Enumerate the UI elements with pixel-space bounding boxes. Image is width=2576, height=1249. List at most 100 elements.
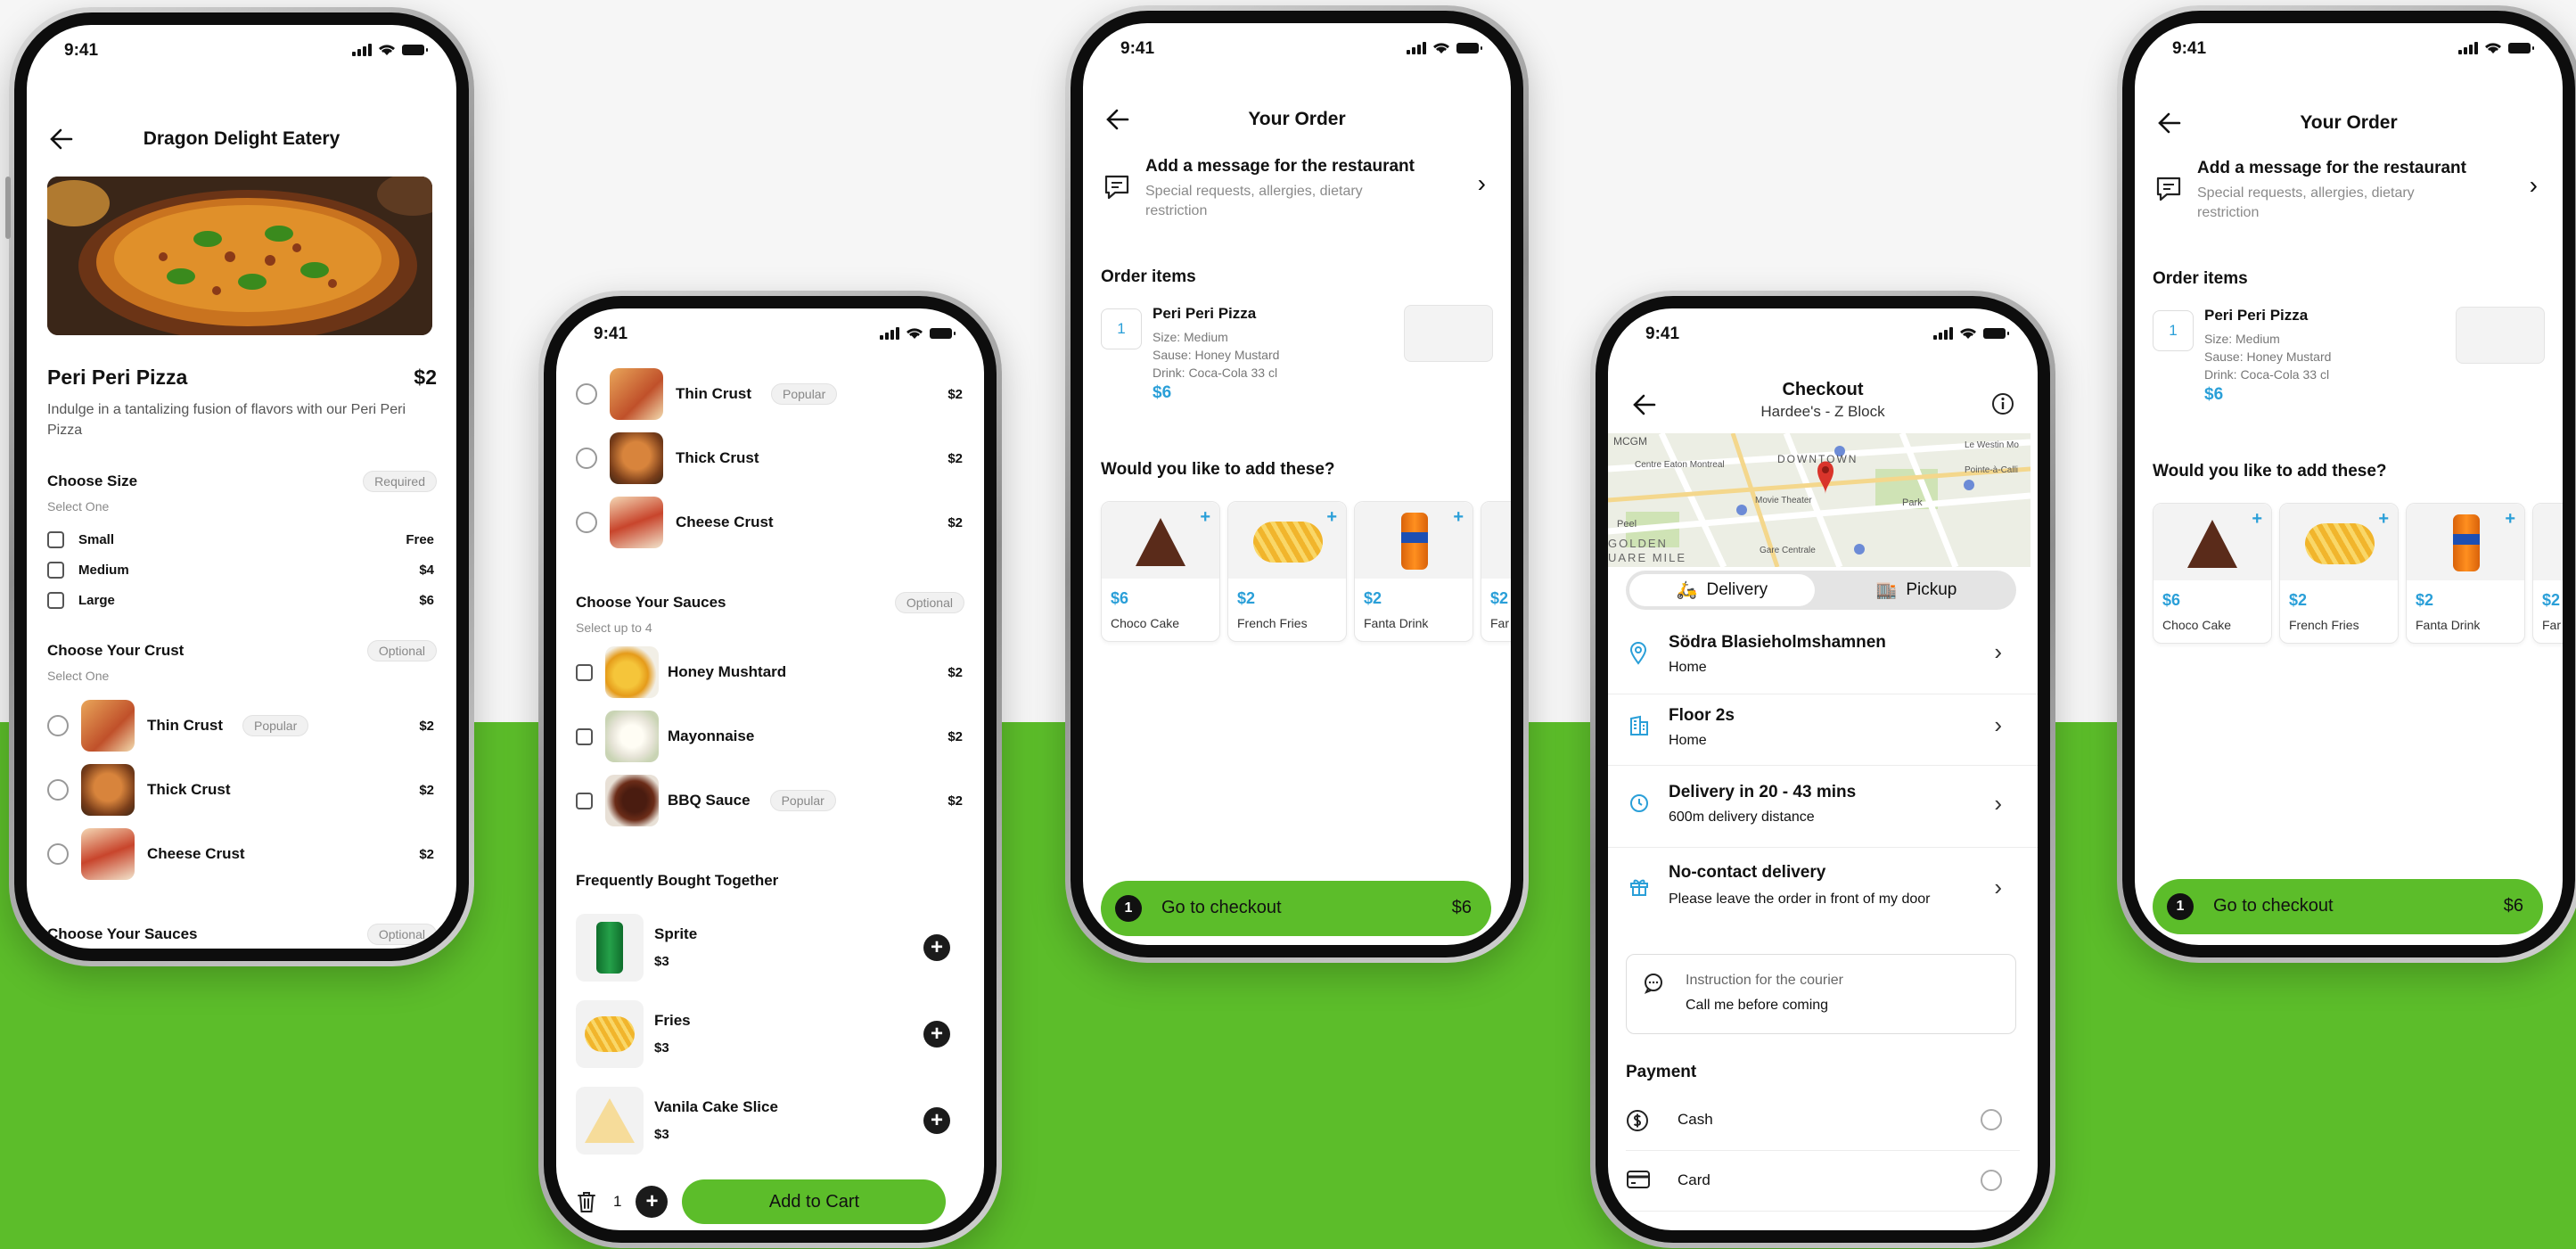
- size-options: Small Free Medium $4 Large $6: [47, 524, 434, 615]
- add-icon[interactable]: +: [2505, 509, 2515, 530]
- fbt-item[interactable]: Fries $3 +: [576, 990, 963, 1077]
- addons-title: Would you like to add these?: [1101, 460, 1335, 479]
- map-label: Gare Centrale: [1760, 546, 1816, 555]
- checkout-price: $6: [1451, 898, 1472, 917]
- info-icon[interactable]: [1991, 392, 2014, 415]
- row-subtitle: Please leave the order in front of my do…: [1669, 892, 1931, 907]
- add-icon[interactable]: +: [923, 1106, 950, 1134]
- addon-card[interactable]: + $2 Fanta Drink: [2406, 503, 2525, 644]
- checkbox[interactable]: [576, 663, 593, 681]
- addon-card[interactable]: + $6 Choco Cake: [2153, 503, 2272, 644]
- radio-button[interactable]: [1981, 1109, 2002, 1130]
- crust-option-cheese[interactable]: Cheese Crust $2: [47, 822, 434, 886]
- option-label: Cheese Crust: [676, 514, 774, 530]
- add-icon[interactable]: +: [1200, 507, 1210, 528]
- item-quantity[interactable]: 1: [2153, 310, 2194, 351]
- crust-option-thick[interactable]: Thick Crust $2: [47, 758, 434, 822]
- option-price: $2: [419, 782, 434, 798]
- sauce-option-mayo[interactable]: Mayonnaise $2: [576, 704, 963, 768]
- cart-count-badge: 1: [1115, 895, 1142, 922]
- addon-card[interactable]: + $2 French Fries: [1227, 501, 1347, 642]
- sauces-section-title: Choose Your Sauces: [47, 925, 198, 942]
- radio-button[interactable]: [576, 448, 597, 469]
- courier-instruction-field[interactable]: Instruction for the courier Call me befo…: [1626, 954, 2016, 1034]
- row-subtitle: Home: [1669, 660, 1707, 675]
- addon-card[interactable]: $2 Far: [2532, 503, 2563, 644]
- crust-option-thin[interactable]: Thin Crust Popular $2: [576, 362, 963, 426]
- add-icon[interactable]: +: [1326, 507, 1337, 528]
- tab-delivery[interactable]: 🛵 Delivery: [1629, 574, 1815, 606]
- payment-option-cash[interactable]: Cash: [1626, 1091, 2016, 1148]
- gift-icon: [1630, 879, 1648, 896]
- size-option-large[interactable]: Large $6: [47, 585, 434, 615]
- restaurant-message-row[interactable]: Add a message for the restaurant Special…: [1101, 157, 1491, 237]
- payment-option-card[interactable]: Card: [1626, 1152, 2016, 1209]
- fbt-item[interactable]: Sprite $3 +: [576, 904, 963, 990]
- checkbox[interactable]: [47, 561, 64, 579]
- add-icon[interactable]: +: [923, 933, 950, 961]
- building-icon: [1630, 715, 1648, 735]
- go-to-checkout-button[interactable]: 1 Go to checkout $6: [2153, 879, 2543, 934]
- item-name: Peri Peri Pizza: [1153, 305, 1257, 322]
- addon-card[interactable]: + $6 Choco Cake: [1101, 501, 1220, 642]
- checkbox[interactable]: [576, 727, 593, 745]
- option-label: Thick Crust: [676, 449, 759, 466]
- radio-button[interactable]: [47, 715, 69, 736]
- map-label: Peel: [1617, 519, 1637, 530]
- addon-card[interactable]: + $2 Fanta Drink: [1354, 501, 1473, 642]
- crust-option-thin[interactable]: Thin Crust Popular $2: [47, 694, 434, 758]
- no-contact-row[interactable]: No-contact delivery Please leave the orde…: [1608, 849, 2030, 941]
- clock-icon: [1630, 794, 1648, 812]
- size-option-medium[interactable]: Medium $4: [47, 555, 434, 585]
- map-label: Pointe-à-Calli: [1965, 465, 2019, 475]
- crust-option-thick[interactable]: Thick Crust $2: [576, 426, 963, 490]
- addon-card[interactable]: $2 Far: [1481, 501, 1511, 642]
- go-to-checkout-button[interactable]: 1 Go to checkout $6: [1101, 881, 1491, 936]
- message-subtitle: Special requests, allergies, dietary res…: [1145, 184, 1363, 218]
- add-icon[interactable]: +: [923, 1020, 950, 1048]
- radio-button[interactable]: [47, 779, 69, 801]
- option-price: $2: [419, 718, 434, 734]
- map[interactable]: DOWNTOWN Centre Eaton Montreal Movie The…: [1608, 433, 2030, 567]
- delivery-mode-toggle: 🛵 Delivery 🏬 Pickup: [1626, 571, 2016, 610]
- checkbox[interactable]: [47, 591, 64, 609]
- message-icon: [2156, 177, 2181, 201]
- tab-pickup[interactable]: 🏬 Pickup: [1822, 574, 2011, 606]
- radio-button[interactable]: [576, 383, 597, 405]
- address-row[interactable]: Södra Blasieholmshamnen Home ›: [1608, 622, 2030, 692]
- sauces-section-sub: Select up to 4: [576, 620, 652, 635]
- add-icon[interactable]: +: [1453, 507, 1464, 528]
- map-label: Park: [1902, 497, 1923, 508]
- size-option-small[interactable]: Small Free: [47, 524, 434, 555]
- credit-card-icon: [1627, 1171, 1650, 1188]
- addon-card[interactable]: + $2 French Fries: [2279, 503, 2399, 644]
- checkbox[interactable]: [576, 792, 593, 809]
- fbt-item[interactable]: Vanila Cake Slice $3 +: [576, 1077, 963, 1163]
- instruction-label: Instruction for the courier: [1686, 973, 1843, 988]
- delivery-time-row[interactable]: Delivery in 20 - 43 mins 600m delivery di…: [1608, 767, 2030, 845]
- order-items-title: Order items: [1101, 267, 1196, 286]
- addon-price: $2: [1490, 589, 1509, 607]
- radio-button[interactable]: [576, 512, 597, 533]
- restaurant-message-row[interactable]: Add a message for the restaurant Special…: [2153, 159, 2543, 239]
- radio-button[interactable]: [1981, 1170, 2002, 1191]
- add-icon[interactable]: +: [2252, 509, 2262, 530]
- trash-icon[interactable]: [576, 1190, 597, 1213]
- sauce-option-honey[interactable]: Honey Mushtard $2: [576, 640, 963, 704]
- chat-bubble-icon: [1644, 974, 1662, 994]
- crust-option-cheese[interactable]: Cheese Crust $2: [576, 490, 963, 555]
- add-to-cart-button[interactable]: Add to Cart: [682, 1179, 947, 1224]
- increment-icon[interactable]: +: [636, 1186, 669, 1218]
- order-item: 1 Peri Peri Pizza Size: Medium Sause: Ho…: [1101, 305, 1493, 412]
- radio-button[interactable]: [47, 843, 69, 865]
- floor-row[interactable]: Floor 2s Home ›: [1608, 695, 2030, 765]
- item-name: Peri Peri Pizza: [47, 366, 188, 389]
- item-size: Size: Medium: [1153, 330, 1228, 344]
- sauce-option-bbq[interactable]: BBQ Sauce Popular $2: [576, 768, 963, 833]
- checkbox[interactable]: [47, 530, 64, 548]
- add-icon[interactable]: +: [2378, 509, 2389, 530]
- fbt-price: $3: [654, 1040, 669, 1056]
- item-quantity[interactable]: 1: [1101, 308, 1142, 349]
- item-price: $2: [414, 366, 437, 389]
- addon-name: French Fries: [1237, 616, 1308, 630]
